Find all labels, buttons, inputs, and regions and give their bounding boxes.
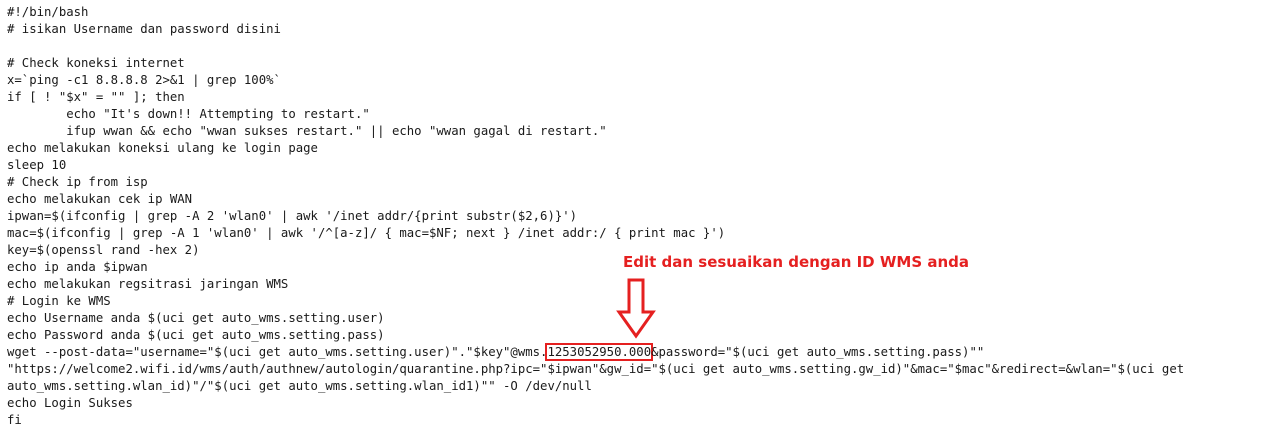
code-line-url: "https://welcome2.wifi.id/wms/auth/authn… (7, 362, 1185, 376)
code-line-echo-registration: echo melakukan regsitrasi jaringan WMS (7, 277, 289, 291)
code-line-ping: x=`ping -c1 8.8.8.8 2>&1 | grep 100%` (7, 73, 281, 87)
wms-id-highlight: 1253052950.000 (545, 343, 654, 361)
code-line-comment-login: # Login ke WMS (7, 294, 111, 308)
code-line-echo-down: echo "It's down!! Attempting to restart.… (7, 107, 370, 121)
code-line-echo-ip: echo ip anda $ipwan (7, 260, 148, 274)
code-line-fi: fi (7, 413, 22, 427)
code-line-url-continued: auto_wms.setting.wlan_id)"/"$(uci get au… (7, 379, 592, 393)
code-line-echo-check-wan: echo melakukan cek ip WAN (7, 192, 193, 206)
bash-script: #!/bin/bash # isikan Username dan passwor… (7, 4, 1184, 429)
code-line-comment-check-internet: # Check koneksi internet (7, 56, 185, 70)
code-line-wget: wget --post-data="username="$(uci get au… (7, 343, 1184, 361)
code-line-ifup: ifup wwan && echo "wwan sukses restart."… (7, 124, 607, 138)
wget-prefix: wget --post-data="username="$(uci get au… (7, 345, 548, 359)
code-line-mac: mac=$(ifconfig | grep -A 1 'wlan0' | awk… (7, 226, 726, 240)
code-line-comment-credentials: # isikan Username dan password disini (7, 22, 281, 36)
down-arrow-icon (616, 278, 656, 339)
code-line-echo-reconnect: echo melakukan koneksi ulang ke login pa… (7, 141, 318, 155)
wget-suffix: &password="$(uci get auto_wms.setting.pa… (651, 345, 985, 359)
code-line-ipwan: ipwan=$(ifconfig | grep -A 2 'wlan0' | a… (7, 209, 578, 223)
code-line-sleep: sleep 10 (7, 158, 67, 172)
code-line-echo-password: echo Password anda $(uci get auto_wms.se… (7, 328, 385, 342)
code-line-echo-login-success: echo Login Sukses (7, 396, 133, 410)
code-line-if: if [ ! "$x" = "" ]; then (7, 90, 185, 104)
code-line-comment-check-ip: # Check ip from isp (7, 175, 148, 189)
annotation-label: Edit dan sesuaikan dengan ID WMS anda (623, 253, 970, 271)
screenshot-canvas: #!/bin/bash # isikan Username dan passwor… (0, 0, 1275, 446)
code-line-shebang: #!/bin/bash (7, 5, 89, 19)
code-line-echo-username: echo Username anda $(uci get auto_wms.se… (7, 311, 385, 325)
code-line-key: key=$(openssl rand -hex 2) (7, 243, 200, 257)
